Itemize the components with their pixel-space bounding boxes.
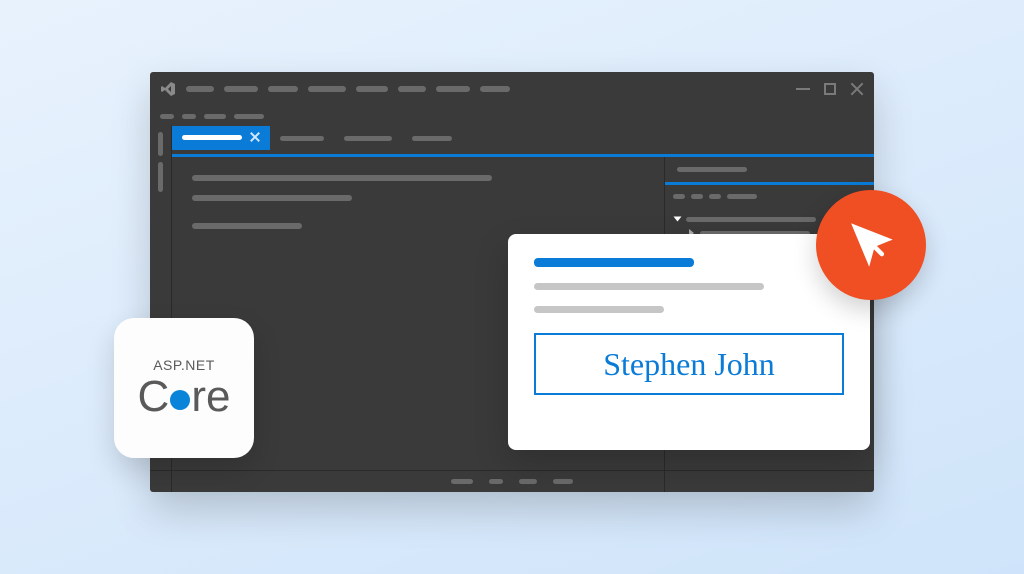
badge-title: ASP.NET: [153, 357, 215, 373]
editor-tab-active[interactable]: [172, 126, 270, 150]
menu-item[interactable]: [356, 86, 388, 92]
ide-status-bar: [150, 470, 874, 492]
toolbar-button[interactable]: [727, 194, 757, 199]
menu-item[interactable]: [268, 86, 298, 92]
minimize-button[interactable]: [796, 88, 810, 90]
toolbar-button[interactable]: [234, 114, 264, 119]
status-item: [489, 479, 503, 484]
left-rail-item[interactable]: [158, 162, 163, 192]
core-logo: C re: [138, 375, 231, 419]
tab-close-icon[interactable]: [250, 132, 260, 142]
card-title-placeholder: [534, 258, 694, 267]
code-line: [192, 175, 492, 181]
send-badge: [816, 190, 926, 300]
panel-tab[interactable]: [665, 158, 759, 182]
card-text-placeholder: [534, 283, 764, 290]
window-controls: [796, 82, 864, 96]
ide-toolbar: [150, 106, 874, 126]
status-item: [519, 479, 537, 484]
code-line: [192, 195, 352, 201]
card-text-placeholder: [534, 306, 664, 313]
expand-icon[interactable]: [674, 217, 682, 222]
signature-card: Stephen John: [508, 234, 870, 450]
toolbar-button[interactable]: [204, 114, 226, 119]
menu-item[interactable]: [480, 86, 510, 92]
menu-item[interactable]: [224, 86, 258, 92]
status-item: [451, 479, 473, 484]
menu-item[interactable]: [308, 86, 346, 92]
editor-tab[interactable]: [270, 126, 334, 150]
editor-tab[interactable]: [402, 126, 462, 150]
ide-menu-bar: [186, 86, 510, 92]
aspnet-core-badge: ASP.NET C re: [114, 318, 254, 458]
menu-item[interactable]: [186, 86, 214, 92]
core-letters-re: re: [191, 375, 230, 419]
toolbar-button[interactable]: [673, 194, 685, 199]
maximize-button[interactable]: [824, 83, 836, 95]
toolbar-button[interactable]: [709, 194, 721, 199]
toolbar-button[interactable]: [160, 114, 174, 119]
visual-studio-icon: [160, 81, 176, 97]
core-letter-c: C: [138, 375, 170, 419]
menu-item[interactable]: [398, 86, 426, 92]
core-dot-icon: [170, 390, 190, 410]
menu-item[interactable]: [436, 86, 470, 92]
signature-text: Stephen John: [603, 346, 775, 383]
toolbar-button[interactable]: [182, 114, 196, 119]
cursor-send-icon: [842, 216, 900, 274]
status-item: [553, 479, 573, 484]
editor-tab[interactable]: [334, 126, 402, 150]
signature-field[interactable]: Stephen John: [534, 333, 844, 395]
close-button[interactable]: [850, 82, 864, 96]
left-rail-item[interactable]: [158, 132, 163, 156]
toolbar-button[interactable]: [691, 194, 703, 199]
ide-titlebar: [150, 72, 874, 106]
editor-tabs: [172, 126, 874, 154]
code-line: [192, 223, 302, 229]
